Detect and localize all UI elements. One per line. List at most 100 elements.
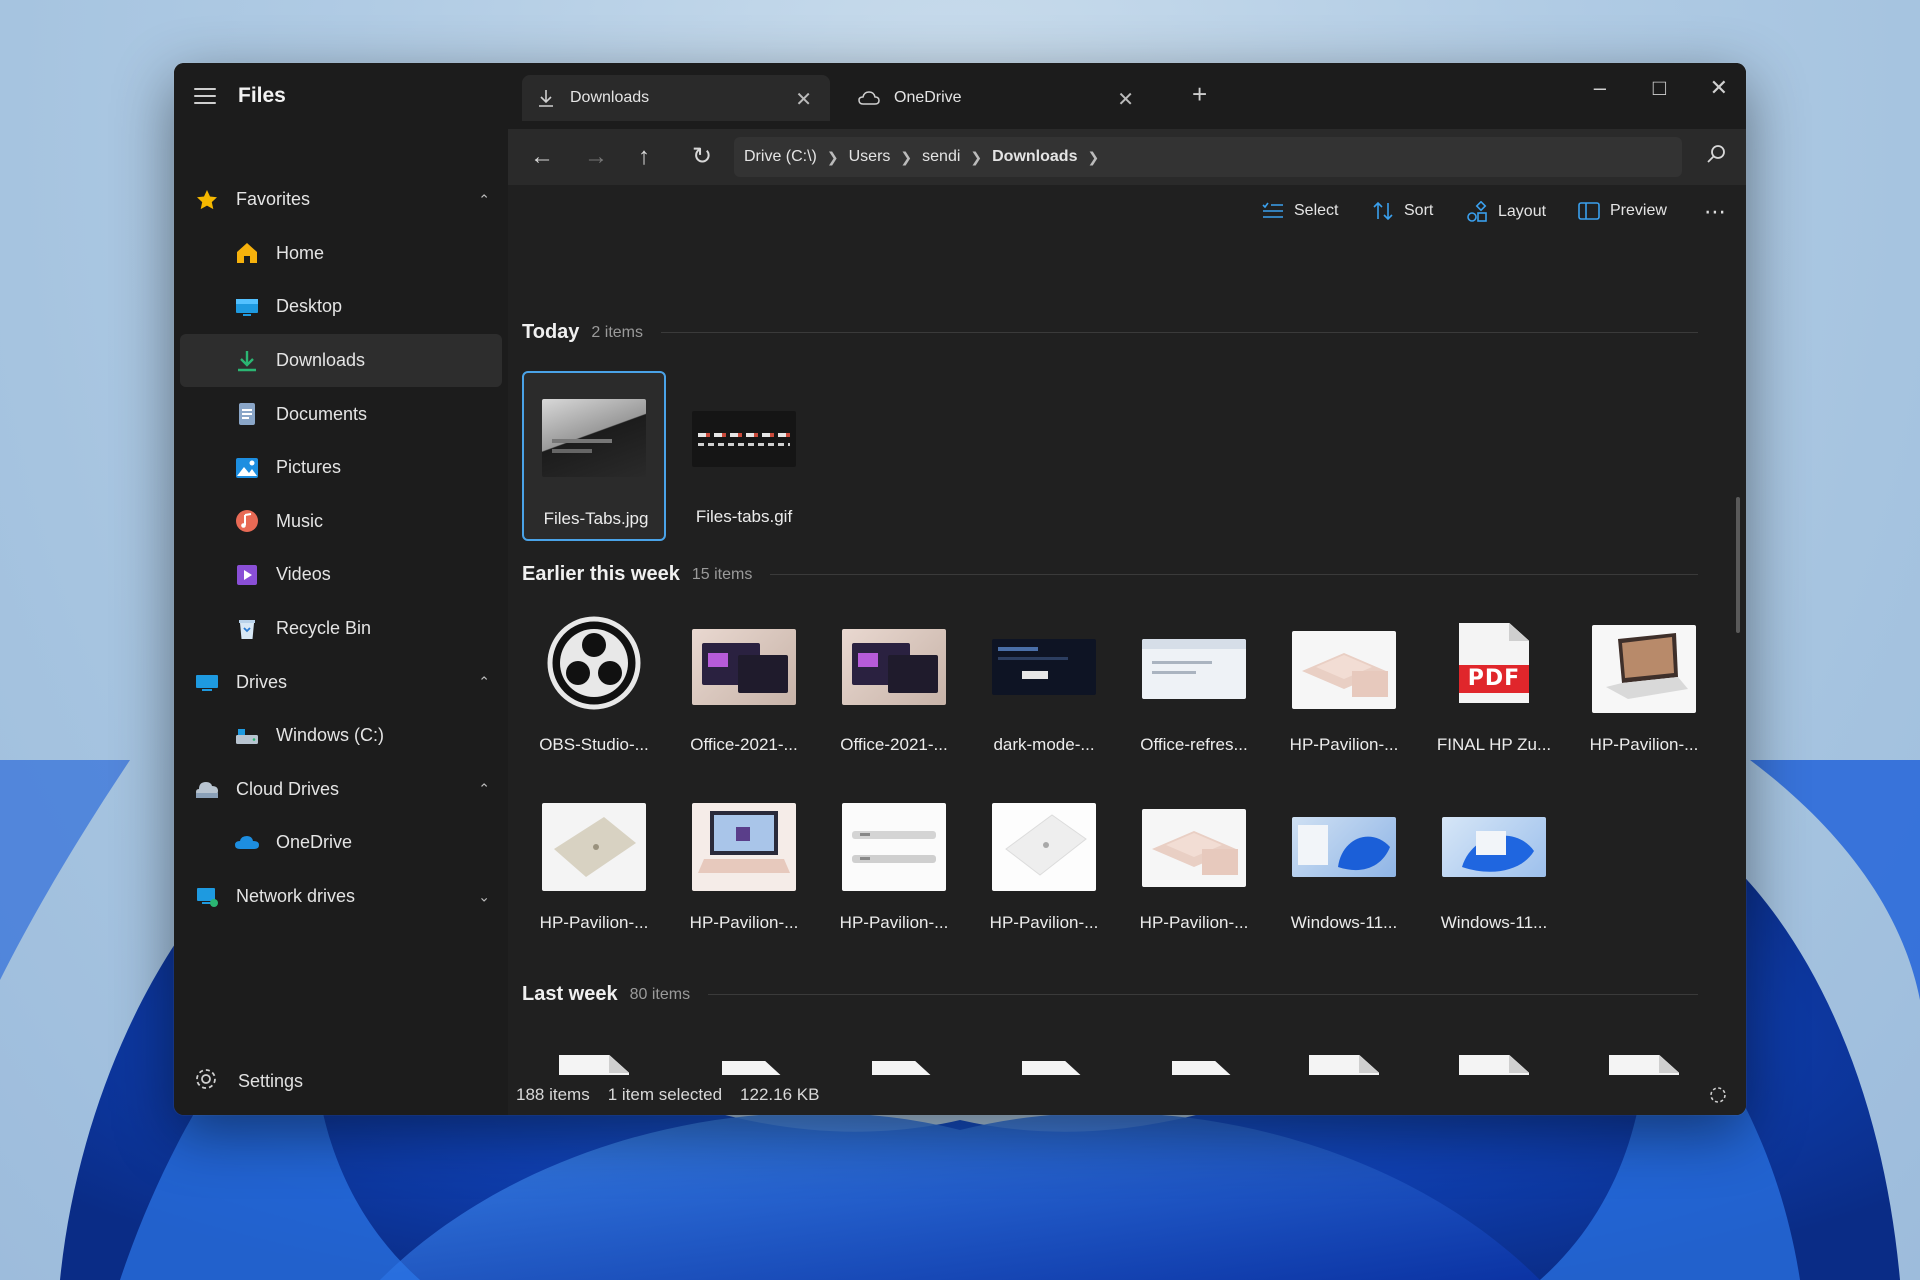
tab-label: OneDrive: [894, 89, 962, 106]
tab-onedrive[interactable]: OneDrive ✕: [844, 75, 1152, 121]
file-tile[interactable]: PDF: [1272, 1041, 1416, 1075]
sidebar-item-pictures[interactable]: Pictures: [174, 441, 508, 495]
chevron-right-icon[interactable]: ❯: [1087, 149, 1099, 166]
status-bar: 188 items 1 item selected 122.16 KB: [508, 1075, 1746, 1115]
breadcrumb-downloads[interactable]: Downloads: [992, 148, 1077, 166]
settings-button[interactable]: Settings: [194, 1061, 303, 1101]
file-tile[interactable]: HP-Pavilion-...: [972, 787, 1116, 957]
download-icon: [234, 348, 260, 374]
download-icon: [536, 88, 556, 108]
search-icon: [1707, 145, 1725, 163]
sidebar-item-desktop[interactable]: Desktop: [174, 280, 508, 334]
close-window-button[interactable]: ✕: [1710, 75, 1728, 101]
vertical-scrollbar[interactable]: [1736, 497, 1740, 633]
sidebar-section-favorites[interactable]: Favorites ⌃: [174, 173, 508, 227]
hamburger-menu-icon[interactable]: [194, 88, 216, 104]
sidebar-item-music[interactable]: Music: [174, 495, 508, 549]
file-name: Files-tabs.gif: [695, 507, 793, 526]
file-tile[interactable]: OBS-Studio-...: [522, 609, 666, 779]
chevron-up-icon[interactable]: ⌃: [478, 674, 490, 691]
file-tile[interactable]: HP-Pavilion-...: [672, 787, 816, 957]
file-tile[interactable]: Office-2021-...: [672, 609, 816, 779]
sidebar: Files Favorites ⌃ Home Desktop Downloads…: [174, 63, 508, 1115]
chevron-up-icon[interactable]: ⌃: [478, 781, 490, 798]
more-options-icon[interactable]: ⋯: [1704, 199, 1728, 225]
file-tile[interactable]: dark-mode-...: [972, 609, 1116, 779]
forward-button[interactable]: →: [584, 143, 608, 171]
file-tile[interactable]: PDF: [1572, 1041, 1716, 1075]
file-tile[interactable]: X: [1122, 1041, 1266, 1075]
app-title: Files: [238, 84, 286, 107]
close-icon[interactable]: ✕: [795, 87, 812, 112]
layout-label: Layout: [1498, 203, 1547, 220]
sidebar-section-drives[interactable]: Drives ⌃: [174, 655, 508, 709]
sidebar-item-label: Music: [276, 510, 324, 531]
file-tile[interactable]: Office-2021-...: [822, 609, 966, 779]
group-count: 15 items: [691, 565, 753, 583]
file-tile[interactable]: Windows-11...: [1422, 787, 1566, 957]
file-tile[interactable]: HP-Pavilion-...: [1572, 609, 1716, 779]
pdf-file-icon: PDF: [1609, 1055, 1679, 1075]
file-name: Office-2021-...: [840, 735, 948, 754]
file-tile[interactable]: HP-Pavilion-...: [822, 787, 966, 957]
breadcrumb-users[interactable]: Users: [849, 148, 891, 166]
sidebar-section-network-drives[interactable]: Network drives ⌄: [174, 870, 508, 924]
refresh-button[interactable]: ↻: [692, 143, 712, 171]
minimize-button[interactable]: –: [1594, 75, 1606, 101]
sidebar-item-label: Home: [276, 242, 325, 263]
file-tile[interactable]: X: [672, 1041, 816, 1075]
sidebar-item-documents[interactable]: Documents: [174, 387, 508, 441]
tab-downloads[interactable]: Downloads ✕: [522, 75, 830, 121]
file-tile[interactable]: X: [822, 1041, 966, 1075]
file-tile[interactable]: Files-tabs.gif: [672, 371, 816, 541]
file-tile[interactable]: PDF: [1422, 1041, 1566, 1075]
file-tile[interactable]: Windows-11...: [1272, 787, 1416, 957]
chevron-up-icon[interactable]: ⌃: [478, 191, 490, 208]
drive-icon: [234, 723, 260, 749]
address-bar[interactable]: Drive (C:\) ❯ Users ❯ sendi ❯ Downloads …: [734, 137, 1682, 177]
select-button[interactable]: Select: [1262, 201, 1338, 221]
file-tile[interactable]: HP-Pavilion-...: [1122, 787, 1266, 957]
breadcrumb-drive[interactable]: Drive (C:\): [744, 148, 817, 166]
breadcrumb-sendi[interactable]: sendi: [922, 148, 960, 166]
file-tile[interactable]: X: [972, 1041, 1116, 1075]
sort-button[interactable]: Sort: [1372, 201, 1433, 221]
sidebar-section-label: Network drives: [236, 886, 356, 907]
file-tile[interactable]: HP-Pavilion-...: [522, 787, 666, 957]
file-tile[interactable]: PDF FINAL HP Zu...: [1422, 609, 1566, 779]
tab-bar: Downloads ✕ OneDrive ✕ + – □ ✕: [508, 63, 1746, 129]
sidebar-item-label: Recycle Bin: [276, 618, 372, 639]
onedrive-icon: [234, 830, 260, 856]
search-button[interactable]: [1706, 143, 1728, 170]
file-tile[interactable]: Office-refres...: [1122, 609, 1266, 779]
sidebar-item-label: Documents: [276, 403, 368, 424]
group-title: Last week: [522, 983, 618, 1005]
maximize-button[interactable]: □: [1653, 75, 1666, 101]
sidebar-item-downloads[interactable]: Downloads: [180, 333, 502, 388]
sidebar-section-cloud-drives[interactable]: Cloud Drives ⌃: [174, 763, 508, 817]
sidebar-item-windows-c[interactable]: Windows (C:): [174, 709, 508, 763]
file-thumbnail: [692, 803, 796, 891]
sidebar-item-label: OneDrive: [276, 832, 353, 853]
file-tile[interactable]: PDF: [522, 1041, 666, 1075]
pdf-file-icon: PDF: [559, 1055, 629, 1075]
layout-button[interactable]: Layout: [1466, 201, 1546, 223]
chevron-down-icon[interactable]: ⌄: [478, 888, 490, 905]
sidebar-item-recycle-bin[interactable]: Recycle Bin: [174, 602, 508, 656]
new-tab-button[interactable]: +: [1192, 79, 1207, 110]
up-button[interactable]: ↑: [638, 143, 650, 171]
sync-status-icon[interactable]: [1708, 1085, 1728, 1110]
close-icon[interactable]: ✕: [1117, 87, 1134, 112]
sidebar-item-onedrive[interactable]: OneDrive: [174, 816, 508, 870]
sidebar-item-home[interactable]: Home: [174, 227, 508, 281]
file-tile[interactable]: HP-Pavilion-...: [1272, 609, 1416, 779]
desktop-icon: [234, 294, 260, 320]
preview-button[interactable]: Preview: [1578, 201, 1667, 221]
group-count: 2 items: [591, 323, 643, 341]
sidebar-item-videos[interactable]: Videos: [174, 548, 508, 602]
file-tile[interactable]: Files-Tabs.jpg: [522, 371, 666, 541]
music-icon: [234, 508, 260, 534]
chevron-right-icon: ❯: [900, 148, 913, 165]
back-button[interactable]: ←: [530, 143, 554, 171]
group-header-earlier-this-week: Earlier this week 15 items: [522, 563, 1698, 586]
